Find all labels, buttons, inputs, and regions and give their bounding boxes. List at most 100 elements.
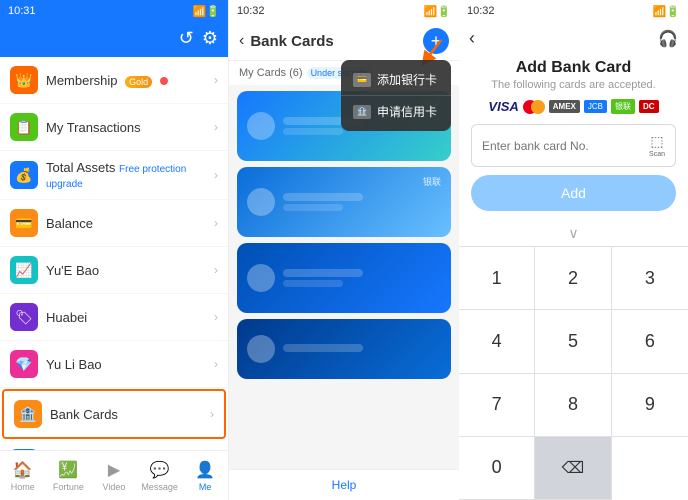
- add-card-dropdown: 💳 添加银行卡 🏦 申请信用卡: [341, 60, 451, 131]
- jcb-logo: JCB: [584, 100, 607, 113]
- add-card-button[interactable]: +: [423, 28, 449, 54]
- menu-item-transactions[interactable]: 📋 My Transactions ›: [0, 104, 228, 151]
- signal-mid: 📶🔋: [424, 5, 451, 18]
- key-5[interactable]: 5: [535, 310, 611, 373]
- key-7[interactable]: 7: [459, 374, 535, 437]
- bankcards-label: Bank Cards: [50, 407, 210, 422]
- card-name-2: [283, 193, 363, 201]
- credit-card-icon: 🏦: [353, 105, 371, 119]
- card-num-2: [283, 204, 343, 211]
- antvalue-icon: 🃏: [10, 449, 38, 450]
- nav-message-label: Message: [141, 482, 178, 492]
- video-icon: ▶: [108, 460, 120, 480]
- accepted-cards-logos: VISA AMEX JCB 银联 DC: [459, 99, 688, 124]
- card-avatar-3: [247, 264, 275, 292]
- arrow-assets: ›: [214, 168, 218, 182]
- transactions-icon: 📋: [10, 113, 38, 141]
- bankcards-icon: 🏦: [14, 400, 42, 428]
- key-2[interactable]: 2: [535, 247, 611, 310]
- menu-item-assets[interactable]: 💰 Total Assets Free protection upgrade ›: [0, 151, 228, 200]
- nav-video-label: Video: [103, 482, 126, 492]
- huabei-label: Huabei: [46, 310, 214, 325]
- nav-home[interactable]: 🏠 Home: [0, 451, 46, 500]
- menu-item-balance[interactable]: 💳 Balance ›: [0, 200, 228, 247]
- signal-right: 📶🔋: [653, 5, 680, 18]
- membership-label: Membership: [46, 73, 118, 88]
- key-9[interactable]: 9: [612, 374, 688, 437]
- nav-message[interactable]: 💬 Message: [137, 451, 183, 500]
- menu-item-antvalue[interactable]: 🃏 Ant Value Card 点击体验上新产品 ›: [0, 440, 228, 450]
- key-4[interactable]: 4: [459, 310, 535, 373]
- bank-card-2[interactable]: 银联: [237, 167, 451, 237]
- balance-icon: 💳: [10, 209, 38, 237]
- card-avatar-2: [247, 188, 275, 216]
- card-num-3: [283, 280, 343, 287]
- back-button-mid[interactable]: ‹: [239, 32, 244, 50]
- status-bar-right: 10:32 📶🔋: [459, 0, 688, 22]
- nav-video[interactable]: ▶ Video: [91, 451, 137, 500]
- menu-item-yuli[interactable]: 💎 Yu Li Bao ›: [0, 341, 228, 388]
- back-button-right[interactable]: ‹: [469, 28, 475, 49]
- menu-item-bankcards[interactable]: 🏦 Bank Cards ›: [2, 389, 226, 439]
- nav-fortune[interactable]: 💹 Fortune: [46, 451, 92, 500]
- menu-item-membership[interactable]: 👑 Membership Gold ›: [0, 57, 228, 104]
- menu-item-yue[interactable]: 📈 Yu'E Bao ›: [0, 247, 228, 294]
- nav-fortune-label: Fortune: [53, 482, 84, 492]
- card-name-4: [283, 344, 363, 352]
- settings-icon[interactable]: ⚙: [202, 28, 218, 49]
- key-delete[interactable]: ⌫: [535, 437, 611, 500]
- scan-label: Scan: [649, 151, 665, 158]
- headset-icon[interactable]: 🎧: [658, 29, 678, 49]
- antvalue-label: Ant Value Card: [46, 449, 133, 450]
- key-6[interactable]: 6: [612, 310, 688, 373]
- top-bar-left: ↺ ⚙: [0, 22, 228, 57]
- card-number-section: ⬚ Scan: [459, 124, 688, 175]
- top-bar-mid: ‹ Bank Cards +: [229, 22, 459, 61]
- assets-icon: 💰: [10, 161, 38, 189]
- key-3[interactable]: 3: [612, 247, 688, 310]
- card-avatar-4: [247, 335, 275, 363]
- bank-card-4[interactable]: [237, 319, 451, 379]
- mastercard-logo: [523, 100, 545, 114]
- bank-card-icon: 💳: [353, 73, 371, 87]
- help-bar[interactable]: Help: [229, 469, 459, 500]
- gold-badge: Gold: [125, 76, 152, 88]
- time-right: 10:32: [467, 5, 495, 17]
- key-8[interactable]: 8: [535, 374, 611, 437]
- mid-panel-title: Bank Cards: [250, 33, 417, 50]
- add-submit-button[interactable]: Add: [471, 175, 676, 211]
- status-bar-left: 10:31 📶🔋: [0, 0, 228, 22]
- card-number-input-row[interactable]: ⬚ Scan: [471, 124, 676, 167]
- add-card-title: Add Bank Card: [459, 55, 688, 79]
- status-bar-mid: 10:32 📶🔋: [229, 0, 459, 22]
- key-0[interactable]: 0: [459, 437, 535, 500]
- me-icon: 👤: [195, 460, 215, 480]
- home-icon: 🏠: [13, 460, 33, 480]
- dropdown-apply-credit[interactable]: 🏦 申请信用卡: [341, 96, 451, 127]
- menu-item-huabei[interactable]: 🏷 Huabei ›: [0, 294, 228, 341]
- numeric-keypad: 1 2 3 4 5 6 7 8 9 0 ⌫: [459, 246, 688, 500]
- nav-me-label: Me: [199, 482, 212, 492]
- yue-label: Yu'E Bao: [46, 263, 214, 278]
- card-info-2: [283, 193, 423, 211]
- scan-icon: ⬚: [650, 133, 663, 150]
- transactions-label: My Transactions: [46, 120, 214, 135]
- nav-me[interactable]: 👤 Me: [182, 451, 228, 500]
- scan-button[interactable]: ⬚ Scan: [649, 133, 665, 158]
- bank-card-3[interactable]: [237, 243, 451, 313]
- menu-list: 👑 Membership Gold › 📋 My Transactions › …: [0, 57, 228, 450]
- dropdown-add-bank[interactable]: 💳 添加银行卡: [341, 64, 451, 96]
- time-left: 10:31: [8, 5, 36, 17]
- huabei-icon: 🏷: [10, 303, 38, 331]
- card-number-input[interactable]: [482, 139, 649, 153]
- assets-label: Total Assets: [46, 160, 115, 175]
- unionpay-logo: 银联: [611, 99, 635, 114]
- arrow-transactions: ›: [214, 120, 218, 134]
- key-1[interactable]: 1: [459, 247, 535, 310]
- yue-icon: 📈: [10, 256, 38, 284]
- refresh-icon[interactable]: ↺: [179, 28, 194, 49]
- membership-icon: 👑: [10, 66, 38, 94]
- nav-home-label: Home: [11, 482, 35, 492]
- keypad-chevron[interactable]: ∨: [459, 221, 688, 246]
- signal-icons-left: 📶🔋: [193, 5, 220, 18]
